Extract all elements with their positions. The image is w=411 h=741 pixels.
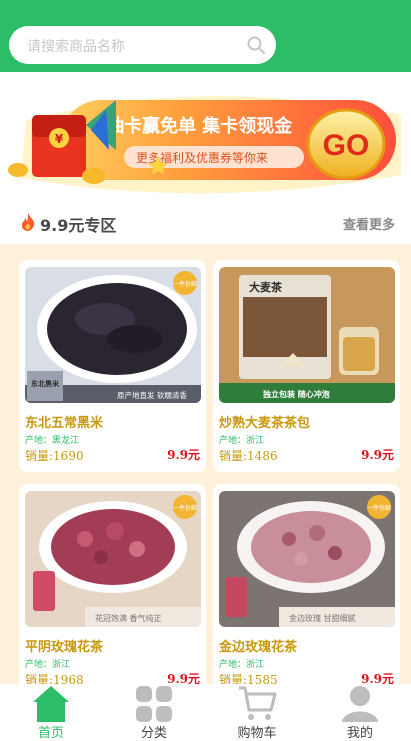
product-origin: 产地：浙江 [219, 660, 265, 670]
search-icon[interactable] [246, 35, 266, 55]
package-title: 大麦茶 [249, 280, 283, 294]
product-name: 平阴玫瑰花茶 [25, 640, 104, 655]
go-label: GO [323, 129, 370, 162]
promo-banner[interactable]: GO 抽卡赢免单 集卡领现金 更多福利及优惠券等你来 ¥ [6, 80, 408, 198]
bottom-tab-bar: 首页 分类 购物车 我的 [0, 684, 411, 741]
product-strip-text: 原产地直发 软糯清香 [117, 390, 187, 400]
tab-profile[interactable]: 我的 [309, 684, 411, 741]
product-name: 东北五常黑米 [25, 416, 104, 431]
product-origin: 产地：浙江 [25, 660, 71, 670]
product-origin: 产地：浙江 [219, 436, 265, 446]
product-card[interactable]: 原产地直发 软糯清香 东北黑米 一件包邮 东北五常黑米 产地：黑龙江 销量:16… [19, 260, 206, 472]
product-origin: 产地：黑龙江 [25, 436, 80, 446]
user-icon [342, 686, 378, 722]
section-header: 9.9元专区 查看更多 [0, 200, 411, 244]
product-image-rose-tea: 花冠饱满 香气纯正 一件包邮 [25, 491, 201, 627]
tab-label: 分类 [140, 726, 167, 741]
product-corner-text: 东北黑米 [31, 379, 60, 388]
product-image-barley-tea: 大麦茶 独立包装 随心冲泡 [219, 267, 395, 403]
search-placeholder: 请搜索商品名称 [27, 39, 125, 55]
product-price: 9.9元 [361, 448, 394, 462]
product-image-golden-rose-tea: 金边玫瑰 甘甜细腻 一件包邮 [219, 491, 395, 627]
fire-icon [21, 213, 35, 231]
product-sales: 销量:1968 [25, 673, 84, 684]
product-price: 9.9元 [167, 672, 200, 684]
free-shipping-badge: 一件包邮 [173, 504, 197, 512]
product-price: 9.9元 [167, 448, 200, 462]
product-sales: 销量:1585 [219, 673, 278, 684]
category-icon [136, 686, 172, 722]
cart-icon [239, 686, 277, 720]
tab-cart[interactable]: 购物车 [206, 684, 308, 741]
search-input[interactable]: 请搜索商品名称 [9, 26, 276, 64]
free-shipping-badge: 一件包邮 [367, 504, 391, 512]
product-strip-text: 花冠饱满 香气纯正 [95, 613, 162, 623]
product-price: 9.9元 [361, 672, 394, 684]
home-icon [33, 686, 69, 722]
coin-symbol: ¥ [55, 132, 64, 146]
tab-home[interactable]: 首页 [0, 684, 102, 741]
product-card[interactable]: 大麦茶 独立包装 随心冲泡 炒熟大麦茶茶包 产地：浙江 销量:1486 9.9元 [213, 260, 400, 472]
section-title: 9.9元专区 [40, 216, 117, 235]
product-image-black-rice: 原产地直发 软糯清香 东北黑米 一件包邮 [25, 267, 201, 403]
tab-label: 购物车 [237, 726, 277, 741]
product-strip-text: 独立包装 随心冲泡 [262, 389, 330, 399]
view-more-link[interactable]: 查看更多 [343, 214, 395, 233]
top-header: 请搜索商品名称 [0, 0, 411, 72]
product-name: 金边玫瑰花茶 [219, 640, 298, 655]
tab-label: 首页 [37, 726, 64, 741]
product-sales: 销量:1690 [25, 449, 84, 463]
tab-label: 我的 [346, 726, 373, 741]
tab-category[interactable]: 分类 [103, 684, 205, 741]
product-name: 炒熟大麦茶茶包 [219, 416, 311, 431]
product-grid: 原产地直发 软糯清香 东北黑米 一件包邮 东北五常黑米 产地：黑龙江 销量:16… [0, 244, 411, 684]
product-sales: 销量:1486 [219, 449, 278, 463]
product-strip-text: 金边玫瑰 甘甜细腻 [289, 613, 356, 623]
free-shipping-badge: 一件包邮 [173, 280, 197, 288]
product-card[interactable]: 金边玫瑰 甘甜细腻 一件包邮 金边玫瑰花茶 产地：浙江 销量:1585 9.9元 [213, 484, 400, 684]
banner-headline: 抽卡赢免单 集卡领现金 [106, 115, 293, 137]
product-card[interactable]: 花冠饱满 香气纯正 一件包邮 平阴玫瑰花茶 产地：浙江 销量:1968 9.9元 [19, 484, 206, 684]
